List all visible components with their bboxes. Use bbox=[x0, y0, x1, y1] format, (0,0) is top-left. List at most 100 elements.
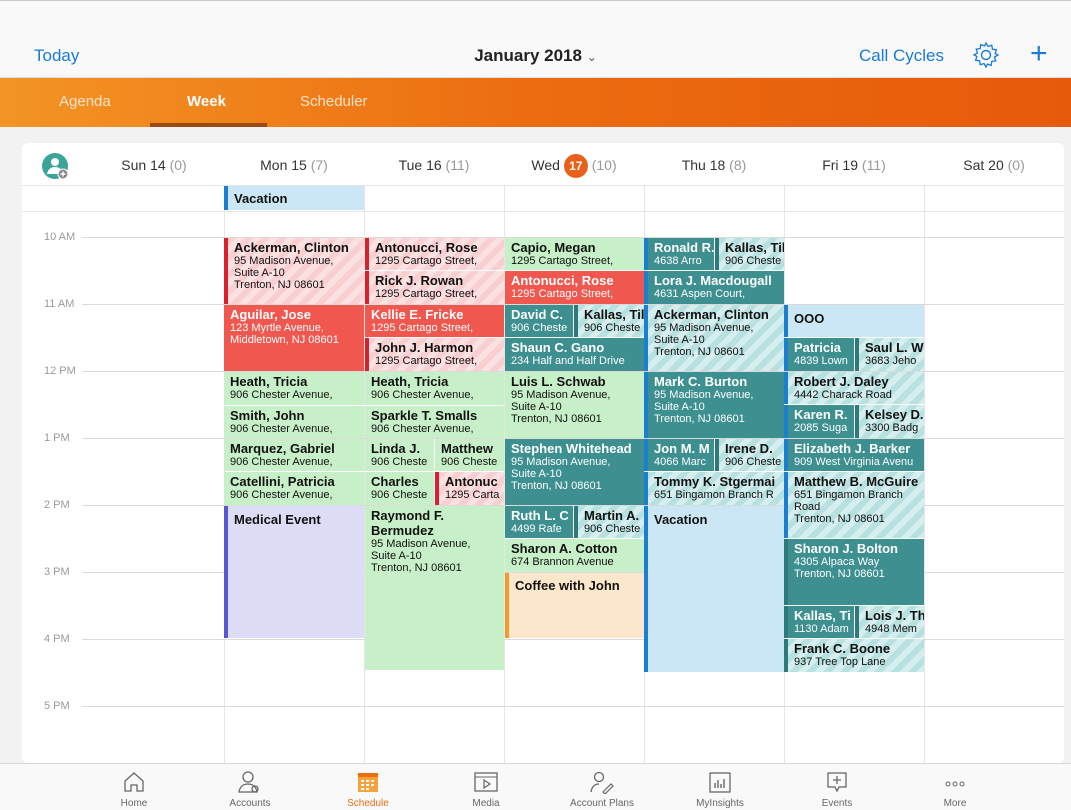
event-rowan[interactable]: Rick J. Rowan 1295 Cartago Street, bbox=[365, 271, 504, 304]
chart-icon bbox=[709, 772, 731, 793]
event-ronald[interactable]: Ronald R. 4638 Arro bbox=[644, 238, 714, 270]
event-antonucci-wed[interactable]: Antonucci, Rose 1295 Cartago Street, bbox=[505, 271, 644, 304]
event-address: 674 Brannon Avenue bbox=[511, 556, 614, 568]
event-stgermain[interactable]: Tommy K. Stgermai 651 Bingamon Branch R bbox=[644, 472, 784, 505]
event-title: Luis L. Schwab bbox=[511, 374, 606, 389]
event-marquez[interactable]: Marquez, Gabriel 906 Chester Avenue, bbox=[224, 439, 364, 471]
event-barker[interactable]: Elizabeth J. Barker 909 West Virginia Ave… bbox=[784, 439, 924, 471]
event-heath-tue[interactable]: Heath, Tricia 906 Chester Avenue, bbox=[365, 372, 504, 405]
event-antonucci-tue[interactable]: Antonucci, Rose 1295 Cartago Street, bbox=[365, 238, 504, 270]
event-cotton[interactable]: Sharon A. Cotton 674 Brannon Avenue bbox=[505, 539, 644, 572]
event-title: Ackerman, Clinton bbox=[234, 240, 349, 255]
nav-accounts[interactable]: Accounts bbox=[200, 764, 300, 809]
nav-label: Accounts bbox=[229, 798, 271, 809]
day-header-mon[interactable]: Mon 15 (7) bbox=[244, 157, 344, 173]
event-title: Mark C. Burton bbox=[654, 374, 748, 389]
tab-agenda[interactable]: Agenda bbox=[59, 93, 111, 110]
event-mcguire[interactable]: Matthew B. McGuire 651 Bingamon Branch Ro… bbox=[784, 472, 924, 538]
nav-home[interactable]: Home bbox=[84, 764, 184, 809]
event-smalls[interactable]: Sparkle T. Smalls 906 Chester Avenue, bbox=[365, 406, 504, 438]
event-title: Elizabeth J. Barker bbox=[794, 441, 911, 456]
add-attendee-icon[interactable] bbox=[41, 152, 71, 182]
event-patricia[interactable]: Patricia 4839 Lown bbox=[784, 338, 854, 371]
event-address: 4066 Marc bbox=[654, 456, 706, 468]
event-matthew[interactable]: Matthew 906 Cheste bbox=[435, 439, 504, 471]
event-macdougall[interactable]: Lora J. Macdougall 4631 Aspen Court, bbox=[644, 271, 784, 304]
event-aguilar[interactable]: Aguilar, Jose 123 Myrtle Avenue, Middleto… bbox=[224, 305, 364, 371]
nav-schedule[interactable]: Schedule bbox=[318, 764, 418, 809]
event-whitehead[interactable]: Stephen Whitehead 95 Madison Avenue, Suit… bbox=[505, 439, 644, 505]
event-smith[interactable]: Smith, John 906 Chester Avenue, bbox=[224, 406, 364, 438]
day-label: Sat 20 bbox=[963, 157, 1004, 173]
event-gano[interactable]: Shaun C. Gano 234 Half and Half Drive bbox=[505, 338, 644, 371]
event-address: 906 Chester Avenue, bbox=[371, 389, 474, 401]
day-header-fri[interactable]: Fri 19 (11) bbox=[804, 157, 904, 173]
event-daley[interactable]: Robert J. Daley 4442 Charack Road bbox=[784, 372, 924, 404]
event-title: Heath, Tricia bbox=[230, 374, 308, 389]
event-burton[interactable]: Mark C. Burton 95 Madison Avenue, Suite A… bbox=[644, 372, 784, 438]
event-bermudez[interactable]: Raymond F. Bermudez 95 Madison Avenue, Su… bbox=[365, 506, 504, 670]
event-fricke[interactable]: Kellie E. Fricke 1295 Cartago Street, bbox=[365, 305, 504, 337]
event-address: 1130 Adam bbox=[794, 623, 849, 635]
plus-icon[interactable]: + bbox=[1030, 39, 1048, 69]
event-medical[interactable]: Medical Event bbox=[224, 506, 364, 638]
event-martin[interactable]: Martin A. 906 Cheste bbox=[574, 506, 644, 538]
chevron-down-icon: ⌄ bbox=[586, 50, 597, 64]
gear-icon[interactable] bbox=[972, 41, 1000, 69]
nav-more[interactable]: More bbox=[905, 764, 1005, 809]
event-title: Robert J. Daley bbox=[794, 374, 889, 389]
event-ruth[interactable]: Ruth L. C 4499 Rafe bbox=[505, 506, 573, 538]
event-irene[interactable]: Irene D. 906 Cheste bbox=[715, 439, 784, 471]
event-schwab[interactable]: Luis L. Schwab 95 Madison Avenue, Suite A… bbox=[505, 372, 644, 438]
tab-week[interactable]: Week bbox=[187, 93, 226, 110]
event-catellini[interactable]: Catellini, Patricia 906 Chester Avenue, bbox=[224, 472, 364, 505]
event-ackerman-mon[interactable]: Ackerman, Clinton 95 Madison Avenue, Suit… bbox=[224, 238, 364, 304]
nav-media[interactable]: Media bbox=[436, 764, 536, 809]
day-header-thu[interactable]: Thu 18 (8) bbox=[664, 157, 764, 173]
event-kallas-thu[interactable]: Kallas, Til 906 Cheste bbox=[715, 238, 784, 270]
event-boone[interactable]: Frank C. Boone 937 Tree Top Lane bbox=[784, 639, 924, 672]
event-saul[interactable]: Saul L. W 3683 Jeho bbox=[855, 338, 924, 371]
allday-event[interactable]: Vacation bbox=[224, 186, 364, 210]
event-david[interactable]: David C. 906 Cheste bbox=[505, 305, 573, 337]
day-header-sun[interactable]: Sun 14 (0) bbox=[104, 157, 204, 173]
nav-label: Schedule bbox=[347, 798, 389, 809]
event-title: Ruth L. C bbox=[511, 508, 569, 523]
time-label: 2 PM bbox=[44, 499, 70, 511]
event-address: 906 Cheste bbox=[725, 456, 782, 468]
event-bolton[interactable]: Sharon J. Bolton 4305 Alpaca Way Trenton,… bbox=[784, 539, 924, 605]
event-kallas-fri[interactable]: Kallas, Ti 1130 Adam bbox=[784, 606, 854, 638]
nav-myinsights[interactable]: MyInsights bbox=[670, 764, 770, 809]
nav-account-plans[interactable]: Account Plans bbox=[552, 764, 652, 809]
nav-label: Account Plans bbox=[570, 798, 634, 809]
event-lois[interactable]: Lois J. Th 4948 Mem bbox=[855, 606, 924, 638]
day-count: (10) bbox=[591, 157, 617, 173]
event-address: 906 Chester Avenue, bbox=[230, 489, 333, 501]
day-header-sat[interactable]: Sat 20 (0) bbox=[944, 157, 1044, 173]
tab-scheduler[interactable]: Scheduler bbox=[300, 93, 368, 110]
event-ooo[interactable]: OOO bbox=[784, 305, 924, 337]
day-header-tue[interactable]: Tue 16 (11) bbox=[384, 157, 484, 173]
day-header-wed[interactable]: Wed 17 (10) bbox=[514, 154, 634, 178]
event-address: 4305 Alpaca Way Trenton, NJ 08601 bbox=[794, 556, 885, 580]
event-karen[interactable]: Karen R. 2085 Suga bbox=[784, 405, 854, 438]
event-title: Kellie E. Fricke bbox=[371, 307, 464, 322]
event-title: Karen R. bbox=[794, 407, 848, 422]
event-kelsey[interactable]: Kelsey D. 3300 Badg bbox=[855, 405, 924, 438]
event-linda[interactable]: Linda J. 906 Cheste bbox=[365, 439, 434, 471]
event-address: 4839 Lown bbox=[794, 355, 848, 367]
event-capio[interactable]: Capio, Megan 1295 Cartago Street, bbox=[505, 238, 644, 270]
event-jon[interactable]: Jon M. M 4066 Marc bbox=[644, 439, 714, 471]
event-heath-mon[interactable]: Heath, Tricia 906 Chester Avenue, bbox=[224, 372, 364, 405]
event-vacation-thu[interactable]: Vacation bbox=[644, 506, 784, 672]
event-address: 95 Madison Avenue, Suite A-10 Trenton, N… bbox=[654, 389, 754, 425]
event-ackerman-thu[interactable]: Ackerman, Clinton 95 Madison Avenue, Suit… bbox=[644, 305, 784, 371]
nav-events[interactable]: Events bbox=[787, 764, 887, 809]
event-charles[interactable]: Charles 906 Cheste bbox=[365, 472, 434, 505]
event-coffee[interactable]: Coffee with John bbox=[505, 573, 644, 638]
event-antonucci-short[interactable]: Antonuc 1295 Carta bbox=[435, 472, 504, 505]
event-harmon[interactable]: John J. Harmon 1295 Cartago Street, bbox=[365, 338, 504, 371]
event-kallas-wed[interactable]: Kallas, Til 906 Cheste bbox=[574, 305, 644, 337]
call-cycles-button[interactable]: Call Cycles bbox=[859, 46, 944, 66]
event-address: 95 Madison Avenue, Suite A-10 Trenton, N… bbox=[511, 456, 611, 492]
